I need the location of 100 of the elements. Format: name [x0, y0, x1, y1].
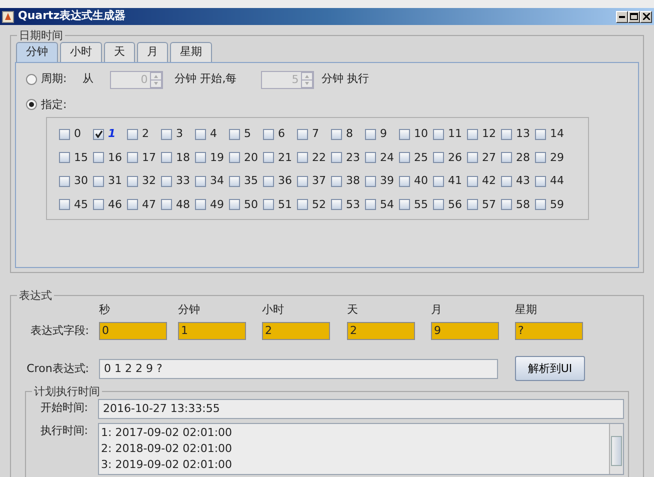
checkbox-label: 36 — [278, 173, 292, 190]
minimize-button[interactable] — [616, 10, 628, 22]
checkbox[interactable] — [535, 128, 546, 140]
checkbox[interactable] — [59, 152, 70, 164]
input-field[interactable]: 2 — [262, 322, 330, 340]
checkbox[interactable] — [229, 128, 240, 140]
checkbox[interactable] — [195, 152, 206, 164]
checkbox[interactable] — [127, 199, 138, 210]
checkbox[interactable] — [59, 199, 70, 210]
checkbox[interactable] — [127, 176, 138, 187]
checkbox[interactable] — [535, 199, 546, 210]
checkbox[interactable] — [263, 199, 274, 210]
input-field[interactable]: 1 — [178, 322, 246, 340]
checkbox[interactable] — [331, 152, 342, 164]
checkbox-label: 30 — [74, 173, 88, 190]
tab[interactable]: 小时 — [60, 42, 102, 62]
checkbox[interactable] — [467, 152, 478, 164]
tab[interactable]: 分钟 — [16, 42, 58, 62]
checkbox-label: 19 — [210, 150, 224, 166]
checkbox[interactable] — [501, 199, 512, 210]
checkbox[interactable] — [263, 128, 274, 140]
parse-button[interactable]: 解析到UI — [515, 356, 585, 382]
checkbox-label: 39 — [380, 173, 394, 190]
checkbox[interactable] — [467, 176, 478, 187]
checkbox[interactable] — [161, 199, 172, 210]
checkbox-label: 40 — [414, 173, 428, 190]
checkbox[interactable] — [93, 199, 104, 210]
checkbox-label: 4 — [210, 126, 217, 142]
tab[interactable]: 月 — [137, 42, 168, 62]
checkbox[interactable] — [195, 128, 206, 140]
checkbox[interactable] — [501, 152, 512, 164]
checkbox[interactable] — [399, 176, 410, 187]
checkbox-label: 8 — [346, 126, 353, 142]
checkbox-label: 16 — [108, 150, 122, 166]
checkbox[interactable] — [467, 128, 478, 140]
checkbox[interactable] — [59, 128, 70, 140]
checkbox[interactable] — [399, 199, 410, 210]
checkbox[interactable] — [93, 176, 104, 187]
checkbox[interactable] — [467, 199, 478, 210]
checkbox-label: 21 — [278, 150, 292, 166]
field-label: 分钟 执行 — [322, 71, 370, 88]
checkbox-label: 41 — [448, 173, 462, 190]
group-title: 计划执行时间 — [33, 385, 101, 399]
input-field[interactable]: 0 — [99, 322, 167, 340]
checkbox[interactable] — [93, 128, 104, 140]
radio-label: 指定: — [41, 96, 67, 113]
input-field[interactable]: 0 1 2 2 9 ? — [99, 358, 498, 379]
checkbox[interactable] — [297, 128, 308, 140]
checkbox[interactable] — [535, 152, 546, 164]
checkbox[interactable] — [365, 128, 376, 140]
checkbox[interactable] — [161, 176, 172, 187]
checkbox[interactable] — [433, 152, 444, 164]
checkbox[interactable] — [195, 176, 206, 187]
checkbox[interactable] — [229, 152, 240, 164]
maximize-button[interactable] — [628, 10, 640, 22]
checkbox[interactable] — [365, 176, 376, 187]
checkbox[interactable] — [433, 199, 444, 210]
checkbox[interactable] — [127, 152, 138, 164]
checkbox[interactable] — [331, 128, 342, 140]
tab[interactable]: 星期 — [170, 42, 212, 62]
checkbox[interactable] — [433, 128, 444, 140]
checkbox[interactable] — [263, 176, 274, 187]
checkbox[interactable] — [161, 152, 172, 164]
column-header: 小时 — [262, 302, 285, 318]
checkbox[interactable] — [365, 152, 376, 164]
checkbox[interactable] — [501, 176, 512, 187]
checkbox[interactable] — [501, 128, 512, 140]
checkbox[interactable] — [331, 176, 342, 187]
scrollbar[interactable] — [609, 424, 623, 474]
checkbox-label: 47 — [142, 196, 156, 213]
checkbox[interactable] — [263, 152, 274, 164]
checkbox-label: 7 — [312, 126, 319, 142]
tab[interactable]: 天 — [104, 42, 135, 62]
checkbox[interactable] — [535, 176, 546, 187]
checkbox[interactable] — [297, 199, 308, 210]
checkbox[interactable] — [93, 152, 104, 164]
radio-button[interactable] — [26, 99, 37, 110]
checkbox[interactable] — [229, 176, 240, 187]
input-field[interactable]: ? — [515, 322, 583, 340]
checkbox[interactable] — [297, 152, 308, 164]
field-label: 表达式字段: — [29, 323, 89, 340]
checkbox[interactable] — [297, 176, 308, 187]
input-field[interactable]: 2016-10-27 13:33:55 — [98, 398, 624, 419]
checkbox[interactable] — [331, 199, 342, 210]
checkbox-label: 28 — [516, 150, 530, 166]
checkbox[interactable] — [161, 128, 172, 140]
input-field[interactable]: 2 — [347, 322, 415, 340]
checkbox[interactable] — [229, 199, 240, 210]
close-button[interactable] — [640, 10, 652, 22]
checkbox[interactable] — [127, 128, 138, 140]
checkbox[interactable] — [399, 152, 410, 164]
checkbox[interactable] — [365, 199, 376, 210]
checkbox[interactable] — [399, 128, 410, 140]
checkbox[interactable] — [195, 199, 206, 210]
input-field[interactable]: 9 — [431, 322, 499, 340]
column-header: 月 — [431, 302, 443, 318]
checkbox-label: 58 — [516, 196, 530, 213]
checkbox-label: 46 — [108, 196, 122, 213]
checkbox[interactable] — [433, 176, 444, 187]
checkbox[interactable] — [59, 176, 70, 187]
